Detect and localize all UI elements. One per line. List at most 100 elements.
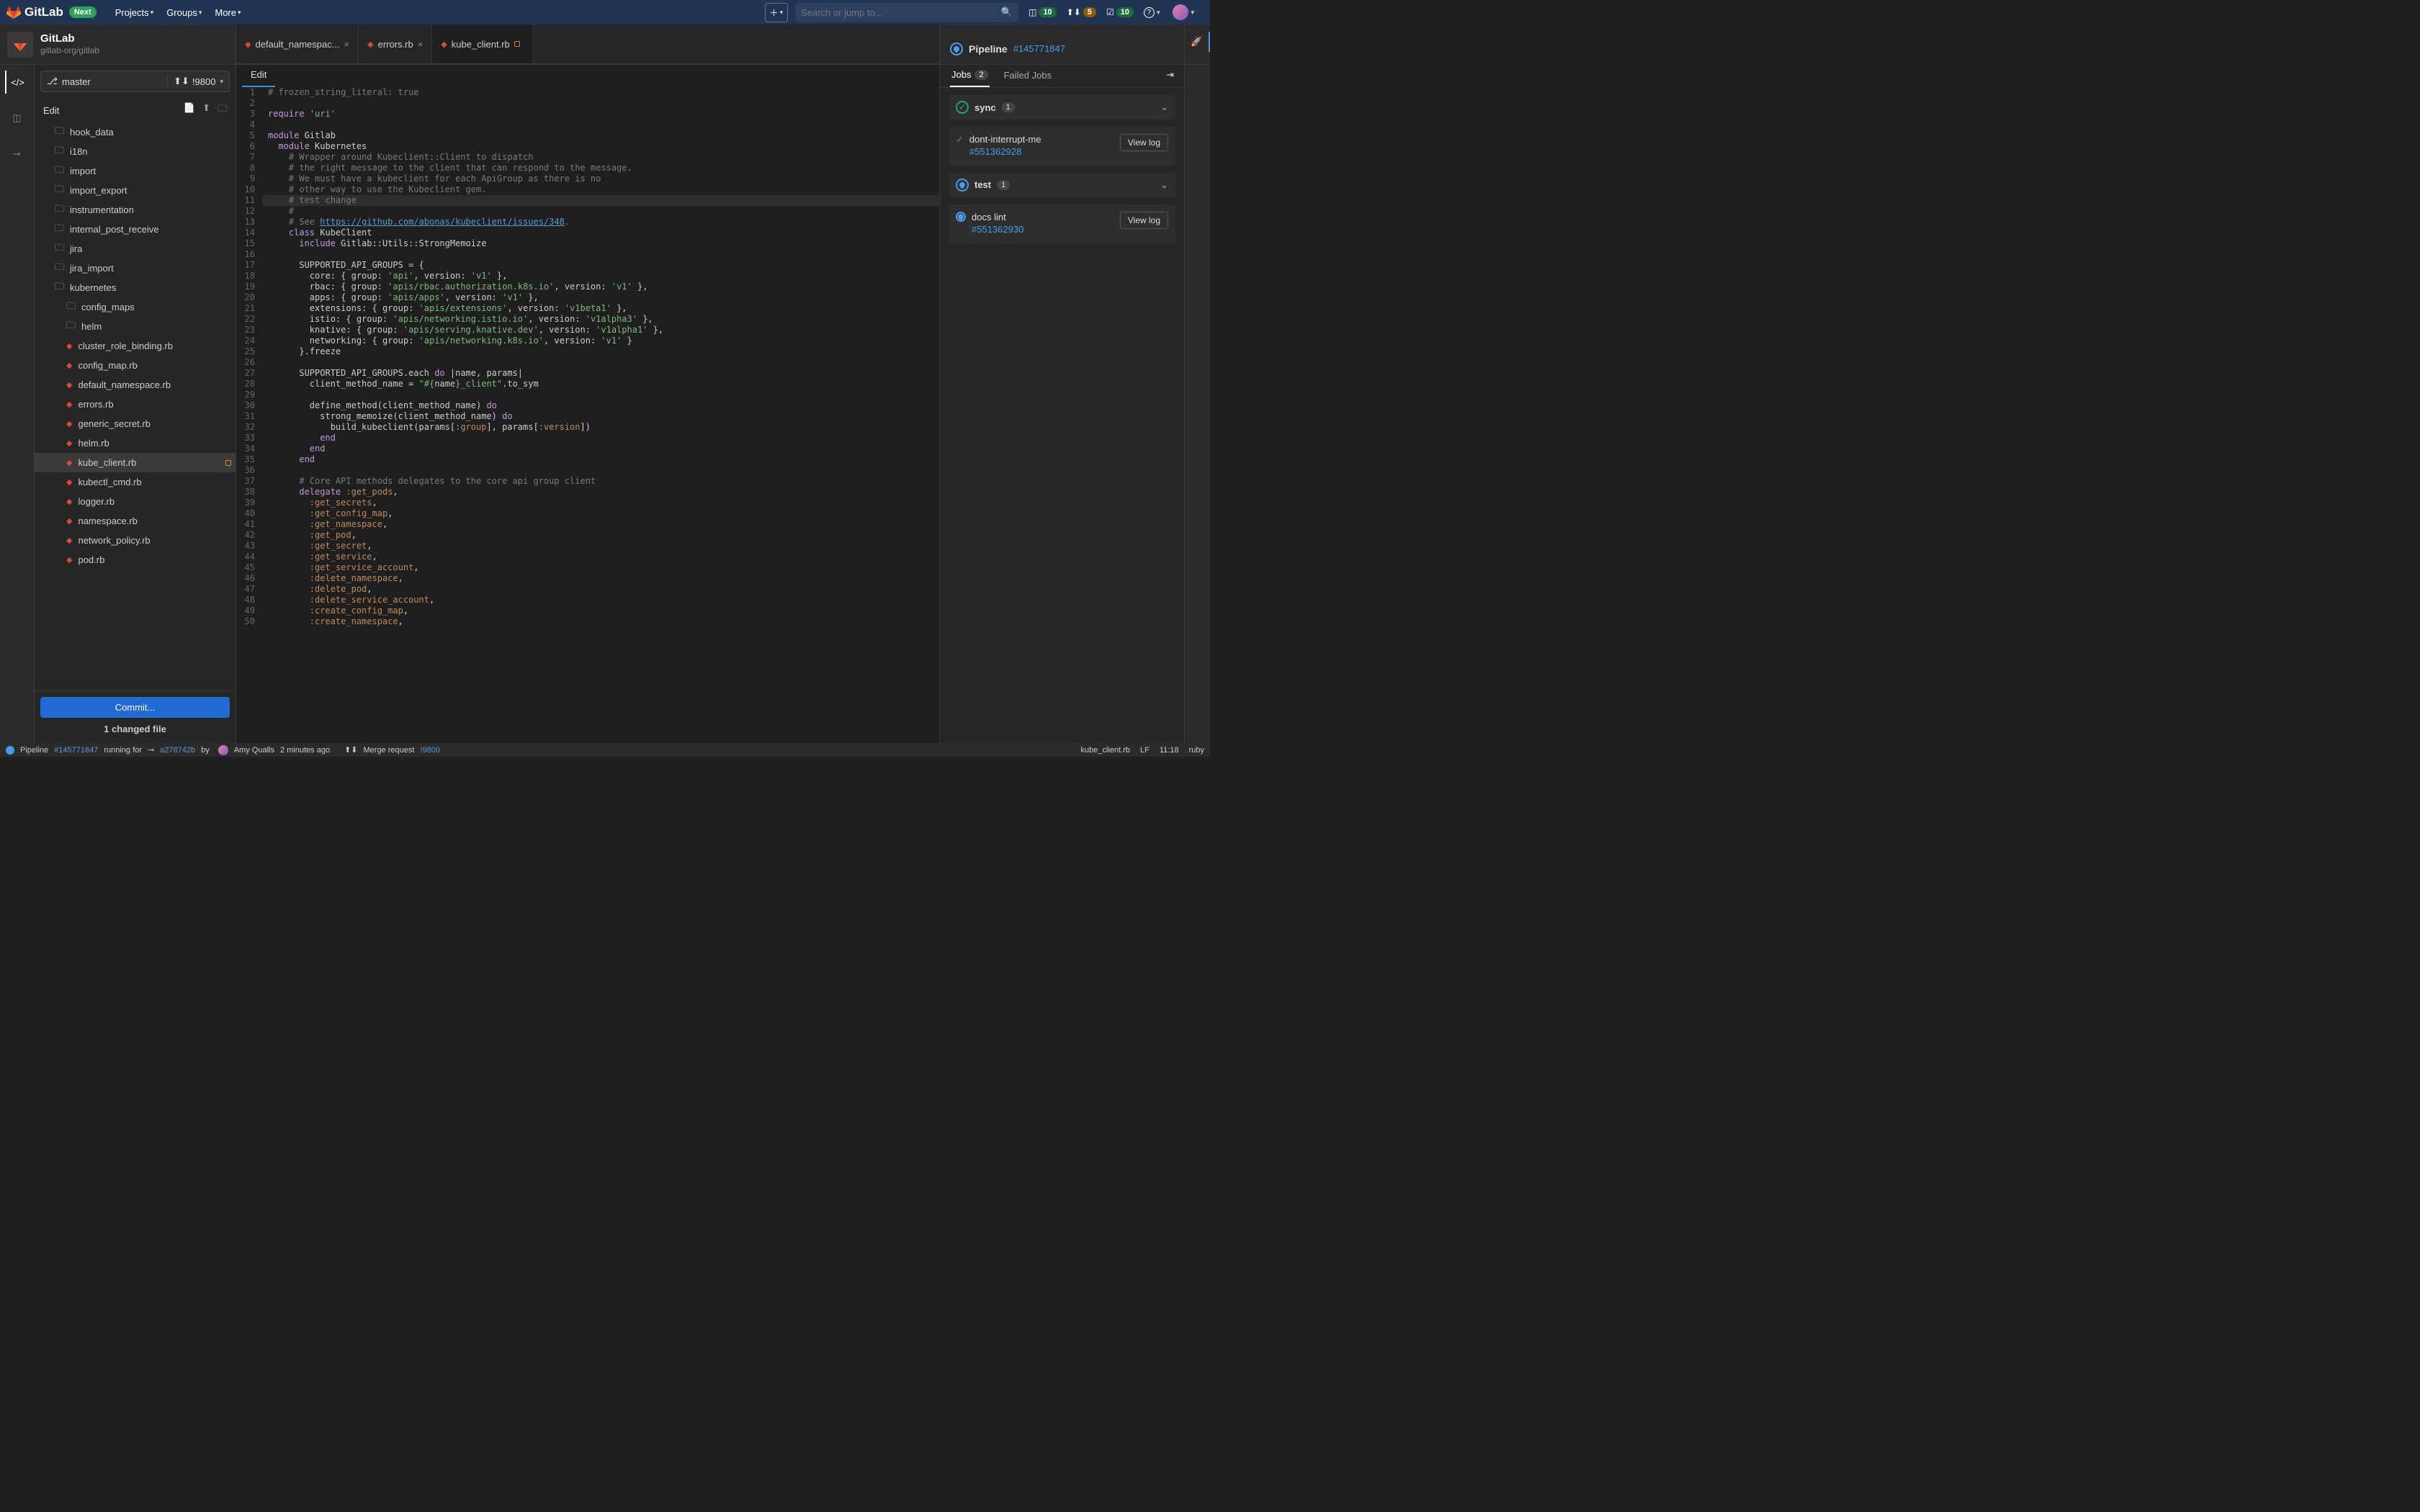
review-icon: ◫: [12, 112, 21, 124]
tab-kube_client-rb[interactable]: ◆kube_client.rb: [432, 24, 533, 63]
ruby-icon: ◆: [441, 40, 447, 49]
next-badge: Next: [69, 6, 97, 18]
stage-sync[interactable]: ✓sync1⌄: [949, 95, 1175, 120]
tree-helm-rb[interactable]: ◆helm.rb: [35, 433, 236, 453]
running-icon: [956, 212, 966, 222]
nav-groups[interactable]: Groups▾: [161, 3, 207, 22]
nav-more[interactable]: More▾: [209, 3, 246, 22]
project-avatar: [7, 32, 33, 58]
tree-kube_client-rb[interactable]: ◆kube_client.rb: [35, 453, 236, 472]
close-icon[interactable]: ×: [344, 39, 350, 50]
tree-config_map-rb[interactable]: ◆config_map.rb: [35, 356, 236, 375]
view-log-button[interactable]: View log: [1120, 134, 1168, 151]
job-link[interactable]: #551362928: [969, 146, 1114, 158]
todos-icon: ☑: [1106, 7, 1114, 17]
rail-edit[interactable]: </>: [5, 71, 28, 94]
sb-mr-id[interactable]: !9800: [420, 746, 440, 755]
gitlab-logo[interactable]: GitLab Next: [6, 4, 97, 20]
issues-icon: ◫: [1028, 7, 1036, 17]
folder-icon: 🗀: [66, 300, 76, 315]
code-editor[interactable]: 1234567891011121314151617181920212223242…: [236, 87, 939, 743]
sb-lang: ruby: [1189, 746, 1204, 755]
nav-issues[interactable]: ◫10: [1028, 7, 1057, 17]
sb-running: running for: [104, 746, 142, 755]
rail-review[interactable]: ◫: [6, 107, 29, 130]
job-link[interactable]: #551362930: [972, 224, 1114, 236]
project-name: GitLab: [40, 32, 99, 45]
ruby-icon: ◆: [66, 477, 72, 487]
chevron-down-icon: ⌄: [1160, 179, 1168, 191]
right-rail: [1184, 65, 1210, 743]
ruby-icon: ◆: [245, 40, 251, 49]
tree-kubectl_cmd-rb[interactable]: ◆kubectl_cmd.rb: [35, 472, 236, 492]
tree-jira_import[interactable]: 🗀jira_import: [35, 258, 236, 278]
tab-default_namespac-[interactable]: ◆default_namespac...×: [236, 24, 359, 63]
tree-network_policy-rb[interactable]: ◆network_policy.rb: [35, 531, 236, 550]
rocket-icon[interactable]: 🚀: [1191, 32, 1209, 52]
folder-icon: 🗀: [55, 202, 64, 218]
tree-instrumentation[interactable]: 🗀instrumentation: [35, 200, 236, 220]
left-rail: </> ◫ ⊸: [0, 65, 35, 743]
branch-selector[interactable]: ⎇ master ⬆⬇!9800 ▾: [40, 71, 230, 92]
editor-mode-tab[interactable]: Edit: [242, 66, 275, 87]
sb-mr-label: Merge request: [364, 746, 415, 755]
tree-default_namespace-rb[interactable]: ◆default_namespace.rb: [35, 375, 236, 395]
tree-namespace-rb[interactable]: ◆namespace.rb: [35, 511, 236, 531]
modified-icon: [514, 41, 520, 47]
sb-commit[interactable]: a278742b: [160, 746, 195, 755]
commit-button[interactable]: Commit...: [40, 697, 230, 718]
ruby-icon: ◆: [66, 438, 72, 448]
tree-import[interactable]: 🗀import: [35, 161, 236, 181]
tree-errors-rb[interactable]: ◆errors.rb: [35, 395, 236, 414]
upload-icon[interactable]: ⬆: [202, 102, 210, 118]
tree-helm[interactable]: 🗀helm: [35, 317, 236, 336]
user-menu[interactable]: ▾: [1170, 4, 1194, 20]
nav-help[interactable]: ?▾: [1144, 7, 1160, 18]
sb-commit-icon: ⊸: [148, 745, 154, 755]
failed-jobs-tab[interactable]: Failed Jobs: [1003, 65, 1053, 87]
avatar-icon: [1173, 4, 1188, 20]
mr-icon: ⬆⬇: [1067, 7, 1081, 17]
tanuki-icon: [12, 37, 28, 53]
view-log-button[interactable]: View log: [1120, 212, 1168, 229]
close-icon[interactable]: ×: [418, 39, 424, 50]
mr-icon: ⬆⬇: [174, 76, 189, 87]
pipeline-id-link[interactable]: #145771847: [1013, 43, 1065, 54]
new-menu[interactable]: ＋▾: [765, 3, 789, 22]
panel-collapse-icon[interactable]: ⇥: [1166, 65, 1174, 87]
nav-mrs[interactable]: ⬆⬇5: [1067, 7, 1096, 17]
tree-kubernetes[interactable]: 🗀kubernetes: [35, 278, 236, 297]
tab-errors-rb[interactable]: ◆errors.rb×: [359, 24, 432, 63]
file-sidebar: ⎇ master ⬆⬇!9800 ▾ Edit 📄 ⬆ 🗀 🗀hook_data…: [35, 65, 236, 743]
tree-internal_post_receive[interactable]: 🗀internal_post_receive: [35, 220, 236, 239]
tree-jira[interactable]: 🗀jira: [35, 239, 236, 258]
new-file-icon[interactable]: 📄: [184, 102, 195, 118]
stage-test[interactable]: test1⌄: [949, 173, 1175, 197]
new-folder-icon[interactable]: 🗀: [218, 102, 227, 118]
tree-import_export[interactable]: 🗀import_export: [35, 181, 236, 200]
sb-time: 2 minutes ago: [280, 746, 330, 755]
sb-pipeline-id[interactable]: #145771847: [54, 746, 98, 755]
folder-icon: 🗀: [55, 241, 64, 257]
chevron-down-icon: ⌄: [1160, 102, 1168, 113]
folder-icon: 🗀: [55, 222, 64, 238]
branch-icon: ⎇: [47, 76, 58, 87]
ruby-icon: ◆: [66, 361, 72, 370]
jobs-tab[interactable]: Jobs2: [950, 65, 990, 87]
sidebar-edit-label: Edit: [43, 105, 59, 116]
tree-i18n[interactable]: 🗀i18n: [35, 142, 236, 161]
tanuki-icon: [6, 4, 22, 20]
tree-generic_secret-rb[interactable]: ◆generic_secret.rb: [35, 414, 236, 433]
tree-cluster_role_binding-rb[interactable]: ◆cluster_role_binding.rb: [35, 336, 236, 356]
tree-logger-rb[interactable]: ◆logger.rb: [35, 492, 236, 511]
search-input[interactable]: [801, 7, 1001, 18]
rail-commit[interactable]: ⊸: [6, 143, 29, 166]
tree-config_maps[interactable]: 🗀config_maps: [35, 297, 236, 317]
nav-todos[interactable]: ☑10: [1106, 7, 1134, 17]
editor-area: Edit 12345678910111213141516171819202122…: [236, 65, 939, 743]
tree-hook_data[interactable]: 🗀hook_data: [35, 122, 236, 142]
tree-pod-rb[interactable]: ◆pod.rb: [35, 550, 236, 570]
ruby-icon: ◆: [367, 40, 373, 49]
nav-projects[interactable]: Projects▾: [109, 3, 160, 22]
success-icon: ✓: [956, 101, 969, 114]
